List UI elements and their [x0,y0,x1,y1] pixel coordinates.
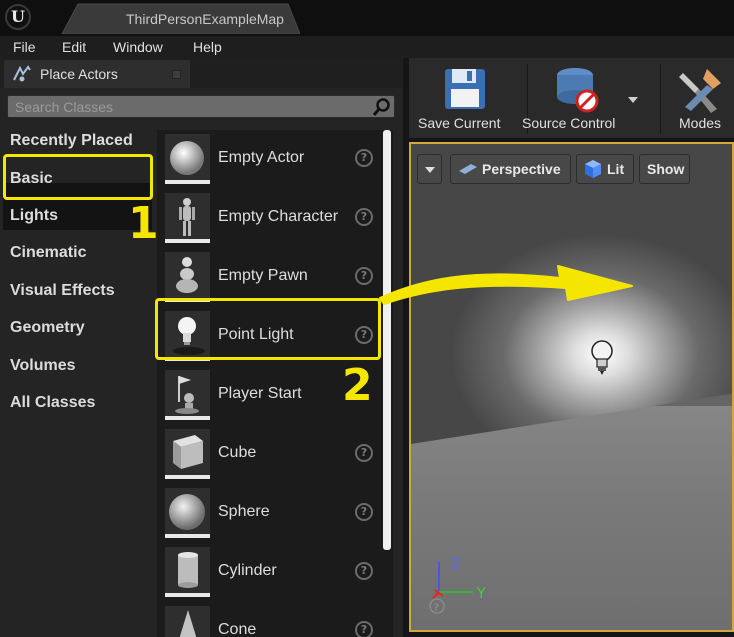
axis-y-label: Y [476,586,486,602]
category-lights[interactable]: Lights [10,207,58,225]
perspective-icon [459,164,477,174]
menu-help[interactable]: Help [193,39,222,55]
menu-window[interactable]: Window [113,39,163,55]
empty-pawn-thumb [165,252,210,302]
step-number-2: 2 [342,360,373,411]
source-control-icon [557,68,599,113]
source-control-label: Source Control [522,115,616,131]
search-classes-input[interactable]: Search Classes [7,95,395,118]
menu-file[interactable]: File [13,39,36,55]
search-placeholder: Search Classes [15,99,114,115]
save-current-label: Save Current [418,115,501,131]
document-tab-label: ThirdPersonExampleMap [126,11,284,27]
source-control-button[interactable]: Source Control [519,58,654,138]
show-button[interactable]: Show [639,154,690,184]
actor-label: Cube [218,444,257,461]
actor-item-empty-character[interactable]: Empty Character ? [157,189,387,248]
tab-close-icon[interactable] [172,70,181,79]
viewport-wall [411,144,732,444]
thumb-bar [165,593,210,597]
main-toolbar: Save Current Source Control Modes [409,58,734,138]
help-icon[interactable]: ? [355,503,373,521]
menu-bar: File Edit Window Help [0,36,734,58]
axis-gizmo: Z Y ? [429,557,486,614]
modes-tools-icon [679,69,721,113]
empty-character-thumb [165,193,210,243]
thumb-bar [165,239,210,243]
actor-label: Empty Pawn [218,267,308,284]
actor-list-scrollbar[interactable] [383,130,391,550]
cube-thumb [165,429,210,479]
player-start-thumb [165,370,210,420]
help-icon[interactable]: ? [355,444,373,462]
actor-label: Empty Character [218,208,339,225]
highlight-point-light [155,298,381,360]
actor-label: Empty Actor [218,149,305,166]
viewport-options-button[interactable] [417,154,442,184]
lit-button[interactable]: Lit [576,154,634,184]
thumb-bar [165,416,210,420]
search-icon[interactable] [372,97,392,117]
show-label: Show [647,161,685,177]
actor-item-sphere[interactable]: Sphere ? [157,484,387,543]
cylinder-thumb [165,547,210,597]
axis-z-label: Z [451,557,461,573]
unreal-logo-icon: U [5,4,31,30]
actor-label: Player Start [218,385,302,402]
perspective-label: Perspective [482,161,561,177]
help-icon[interactable]: ? [355,208,373,226]
category-geometry[interactable]: Geometry [10,319,85,337]
thumb-bar [165,475,210,479]
actor-item-cube[interactable]: Cube ? [157,425,387,484]
perspective-button[interactable]: Perspective [450,154,571,184]
save-current-button[interactable]: Save Current [409,58,519,138]
thumb-bar [165,534,210,538]
highlight-basic-category [3,154,153,200]
category-volumes[interactable]: Volumes [10,357,76,375]
save-floppy-icon [445,69,485,109]
actor-label: Cone [218,621,257,637]
category-cinematic[interactable]: Cinematic [10,244,86,262]
lit-cube-icon [585,160,601,178]
thumb-bar [165,180,210,184]
help-icon[interactable]: ? [355,562,373,580]
title-bar: U ThirdPersonExampleMap [0,0,734,36]
place-actors-title: Place Actors [40,66,118,82]
actor-label: Sphere [218,503,270,520]
level-viewport[interactable]: Perspective Lit Show Z Y ? [409,142,734,632]
menu-edit[interactable]: Edit [62,39,86,55]
modes-label: Modes [679,115,722,131]
actor-label: Cylinder [218,562,277,579]
actor-item-cylinder[interactable]: Cylinder ? [157,543,387,602]
empty-actor-thumb [165,134,210,184]
step-number-1: 1 [128,198,159,249]
point-light-bulb-icon[interactable] [589,339,615,377]
help-icon[interactable]: ? [355,149,373,167]
chevron-down-icon[interactable] [627,96,639,104]
help-icon[interactable]: ? [355,621,373,637]
actor-item-cone[interactable]: Cone ? [157,602,387,637]
category-visual-effects[interactable]: Visual Effects [10,282,115,300]
viewport-help-icon[interactable]: ? [434,603,440,614]
lit-label: Lit [607,161,625,177]
place-actors-tab[interactable]: Place Actors [4,60,190,88]
sphere-thumb [165,488,210,538]
toolbar-separator [660,64,661,134]
cone-thumb [165,606,210,637]
modes-button[interactable]: Modes [667,58,734,138]
actor-item-empty-actor[interactable]: Empty Actor ? [157,130,387,189]
category-recently-placed[interactable]: Recently Placed [10,132,133,150]
document-tab[interactable]: ThirdPersonExampleMap [52,2,300,34]
help-icon[interactable]: ? [355,267,373,285]
category-all-classes[interactable]: All Classes [10,394,95,412]
chevron-down-icon [425,167,435,173]
place-actors-icon [11,65,33,87]
